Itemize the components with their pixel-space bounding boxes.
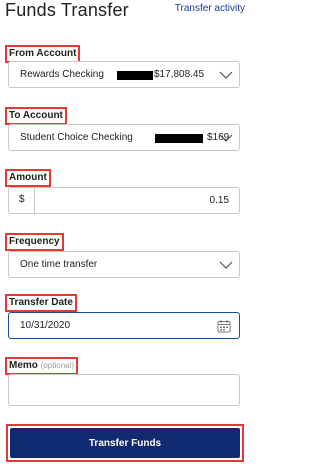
memo-label: Memo (optional) — [5, 357, 79, 375]
page-title: Funds Transfer — [5, 0, 129, 20]
transfer-date-label: Transfer Date — [5, 294, 77, 312]
page-header: Funds Transfer Transfer activity — [5, 0, 245, 26]
redacted-account-number — [155, 134, 203, 143]
submit-highlight: Transfer Funds — [6, 424, 244, 462]
from-account-select[interactable]: Rewards Checking $17,808.45 — [8, 61, 240, 88]
frequency-label: Frequency — [5, 233, 64, 251]
amount-label: Amount — [5, 169, 51, 187]
amount-input[interactable]: $ 0.15 — [8, 187, 240, 214]
memo-optional-text: (optional) — [40, 361, 75, 370]
transfer-date-label-text: Transfer Date — [9, 297, 73, 308]
from-account-balance: $17,808.45 — [154, 69, 205, 80]
amount-label-text: Amount — [9, 172, 47, 183]
from-account-name: Rewards Checking — [20, 69, 104, 80]
chevron-down-icon — [219, 134, 233, 142]
transfer-date-value: 10/31/2020 — [20, 320, 71, 331]
from-account-label-text: From Account — [9, 48, 77, 59]
currency-symbol: $ — [19, 194, 25, 205]
to-account-label-text: To Account — [9, 110, 63, 121]
memo-label-text: Memo — [9, 360, 38, 371]
transfer-funds-button[interactable]: Transfer Funds — [10, 428, 240, 458]
to-account-name: Student Choice Checking — [20, 132, 133, 143]
frequency-value: One time transfer — [20, 259, 98, 270]
to-account-label: To Account — [5, 107, 67, 125]
memo-input[interactable] — [8, 374, 240, 406]
chevron-down-icon — [219, 261, 233, 269]
currency-prefix: $ — [9, 188, 35, 213]
redacted-account-number — [117, 71, 153, 80]
frequency-label-text: Frequency — [9, 236, 60, 247]
chevron-down-icon — [219, 71, 233, 79]
transfer-activity-link[interactable]: Transfer activity — [175, 3, 245, 14]
calendar-icon[interactable] — [217, 319, 231, 333]
amount-value: 0.15 — [209, 195, 229, 206]
frequency-select[interactable]: One time transfer — [8, 251, 240, 278]
to-account-select[interactable]: Student Choice Checking $169 — [8, 124, 240, 151]
transfer-date-input[interactable]: 10/31/2020 — [8, 312, 240, 339]
